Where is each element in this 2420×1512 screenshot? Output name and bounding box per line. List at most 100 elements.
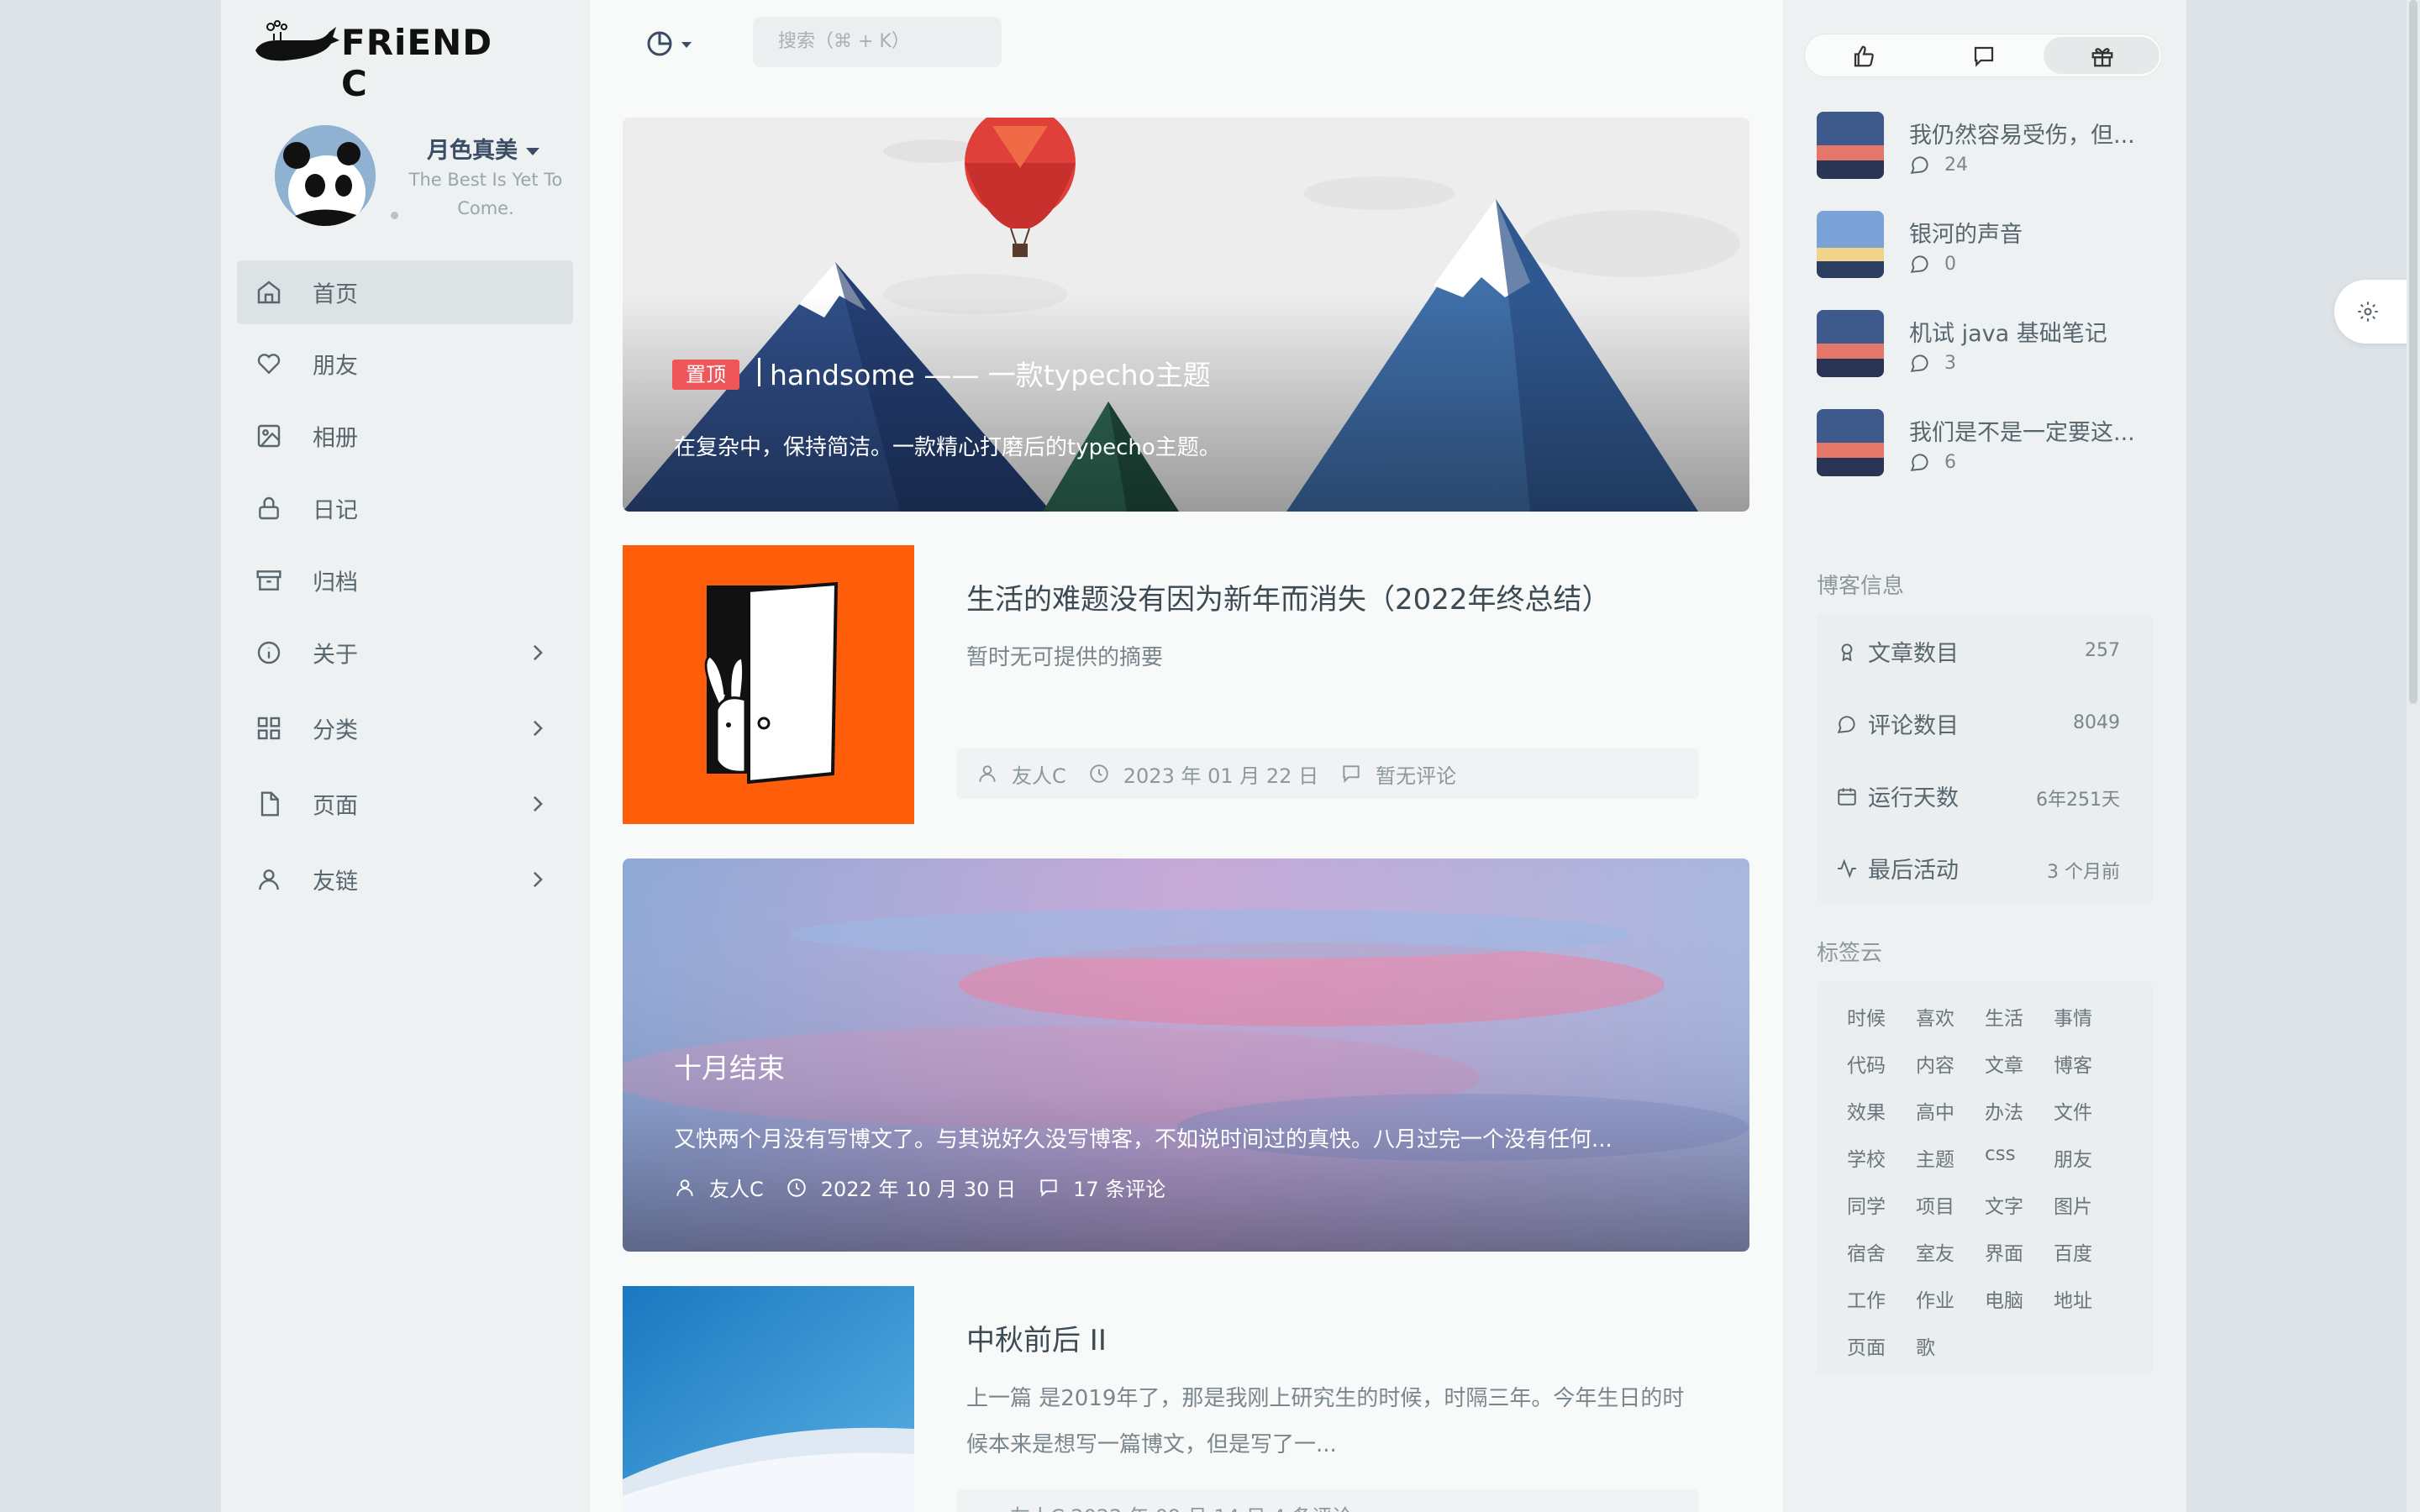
nav-item-pages[interactable]: 页面 [237, 772, 573, 836]
avatar[interactable] [275, 125, 376, 226]
nav-item-category[interactable]: 分类 [237, 696, 573, 760]
nav-item-archive[interactable]: 归档 [237, 549, 573, 612]
tab-random[interactable] [2090, 44, 2115, 69]
tag-item[interactable]: 学校 [1847, 1143, 1886, 1172]
tag-item[interactable]: 朋友 [2054, 1143, 2092, 1172]
nav-item-about[interactable]: 关于 [237, 621, 573, 685]
post-thumbnail[interactable] [623, 1286, 914, 1512]
post-excerpt: 上一篇 是2019年了，那是我刚上研究生的时候，时隔三年。今年生日的时候本来是想… [966, 1386, 1685, 1457]
comment-icon [1910, 354, 1928, 372]
post-thumbnail [1817, 112, 1884, 179]
tag-item[interactable]: 办法 [1985, 1096, 2023, 1125]
tag-item[interactable]: 事情 [2054, 1002, 2092, 1031]
popular-post-item[interactable]: 我们是不是一定要这... 6 [1817, 409, 2170, 485]
tag-item[interactable]: 宿舍 [1847, 1237, 1886, 1266]
tag-item[interactable]: 同学 [1847, 1190, 1886, 1219]
tag-item[interactable]: 图片 [2054, 1190, 2092, 1219]
post-author: 友人C [709, 1178, 764, 1201]
post-title[interactable]: 中秋前后 II [966, 1317, 1107, 1358]
comment-icon [1837, 715, 1855, 733]
tag-item[interactable]: 效果 [1847, 1096, 1886, 1125]
comment-count: 3 [1944, 352, 1956, 374]
tag-item[interactable]: 电脑 [1985, 1284, 2023, 1313]
tag-item[interactable]: 工作 [1847, 1284, 1886, 1313]
scrollbar-thumb[interactable] [2409, 0, 2417, 704]
nav-label: 关于 [313, 642, 358, 669]
snow-hill-image [623, 1286, 914, 1512]
post-excerpt: 暂时无可提供的摘要 [966, 645, 1164, 670]
popular-post-comments: 3 [1909, 352, 1956, 374]
time-dropdown[interactable] [645, 29, 699, 59]
date-meta: 2022 年 10 月 30 日 [786, 1173, 1016, 1202]
info-value: 8049 [2073, 712, 2120, 733]
home-icon [255, 279, 282, 306]
info-value: 257 [2085, 640, 2120, 661]
tag-item[interactable]: 主题 [1916, 1143, 1954, 1172]
tab-comments[interactable] [1971, 44, 1996, 69]
popular-post-item[interactable]: 银河的声音 0 [1817, 211, 2170, 286]
tag-item[interactable]: 地址 [2054, 1284, 2092, 1313]
tag-item[interactable]: 文字 [1985, 1190, 2023, 1219]
user-motto: The Best Is Yet To Come. [408, 170, 563, 218]
comment-count: 0 [1944, 253, 1956, 275]
tag-item[interactable]: 高中 [1916, 1096, 1954, 1125]
comments-meta[interactable]: 暂无评论 [1340, 759, 1456, 789]
nav-item-home[interactable]: 首页 [237, 260, 573, 324]
author-meta[interactable]: 友人C [674, 1173, 764, 1202]
info-label: 评论数目 [1868, 713, 1959, 739]
chevron-right-icon [531, 870, 544, 889]
nav-item-album[interactable]: 相册 [237, 404, 573, 468]
info-icon [255, 639, 282, 666]
nav-label: 相册 [313, 425, 358, 452]
post-meta: 友人C 2022 年 09 月 14 日 4 条评论 [956, 1489, 1699, 1512]
chevron-right-icon [531, 795, 544, 813]
info-value: 3 个月前 [2047, 862, 2120, 883]
popular-post-item[interactable]: 我仍然容易受伤，但... 24 [1817, 112, 2170, 187]
popular-post-title: 机试 java 基础笔记 [1909, 321, 2107, 347]
tag-item[interactable]: 代码 [1847, 1049, 1886, 1078]
tag-item[interactable]: 文章 [1985, 1049, 2023, 1078]
tag-item[interactable]: 文件 [2054, 1096, 2092, 1125]
post-excerpt: 又快两个月没有写博文了。与其说好久没写博客，不如说时间过的真快。八月过完一个没有… [674, 1127, 1612, 1152]
tag-item[interactable]: 页面 [1847, 1331, 1886, 1360]
tag-item[interactable]: 内容 [1916, 1049, 1954, 1078]
nav-item-diary[interactable]: 日记 [237, 476, 573, 540]
file-icon [255, 790, 282, 817]
comment-icon [1040, 1179, 1057, 1197]
tag-item[interactable]: css [1985, 1143, 2016, 1165]
search-input[interactable]: 搜索（⌘ + K） [753, 17, 1002, 67]
user-name: 月色真美 [427, 138, 518, 164]
nav-label: 分类 [313, 717, 358, 744]
pie-clock-icon [647, 31, 692, 56]
tag-item[interactable]: 界面 [1985, 1237, 2023, 1266]
nav-label: 朋友 [313, 353, 358, 380]
tag-item[interactable]: 生活 [1985, 1002, 2023, 1031]
nav-item-links[interactable]: 友链 [237, 848, 573, 911]
post-thumbnail[interactable] [623, 545, 914, 824]
popular-post-comments: 24 [1909, 154, 1968, 176]
comment-icon [1343, 765, 1360, 784]
tag-item[interactable]: 室友 [1916, 1237, 1954, 1266]
heart-icon [255, 350, 282, 377]
tag-item[interactable]: 作业 [1916, 1284, 1954, 1313]
tag-item[interactable]: 博客 [2054, 1049, 2092, 1078]
popular-post-title: 银河的声音 [1909, 222, 2023, 248]
comments-meta[interactable]: 17 条评论 [1038, 1173, 1165, 1202]
tag-item[interactable]: 歌 [1916, 1331, 1935, 1360]
tag-item[interactable]: 时候 [1847, 1002, 1886, 1031]
featured-post-title[interactable]: handsome —— 一款typecho主题 [770, 353, 1211, 393]
tag-item[interactable]: 百度 [2054, 1237, 2092, 1266]
popular-post-comments: 6 [1909, 451, 1956, 473]
post-title[interactable]: 生活的难题没有因为新年而消失（2022年终总结） [966, 576, 1611, 617]
popular-post-item[interactable]: 机试 java 基础笔记 3 [1817, 310, 2170, 386]
tab-popular[interactable] [1851, 44, 1876, 69]
thumbs-up-icon [1854, 45, 1874, 67]
tag-item[interactable]: 喜欢 [1916, 1002, 1954, 1031]
nav-label: 首页 [313, 281, 358, 308]
post-title[interactable]: 十月结束 [674, 1046, 785, 1086]
nav-item-friends[interactable]: 朋友 [237, 332, 573, 396]
tag-item[interactable]: 项目 [1916, 1190, 1954, 1219]
site-logo[interactable]: FRiEND C [252, 15, 496, 104]
author-meta[interactable]: 友人C [976, 759, 1066, 789]
user-name-dropdown[interactable]: 月色真美 [403, 132, 563, 165]
